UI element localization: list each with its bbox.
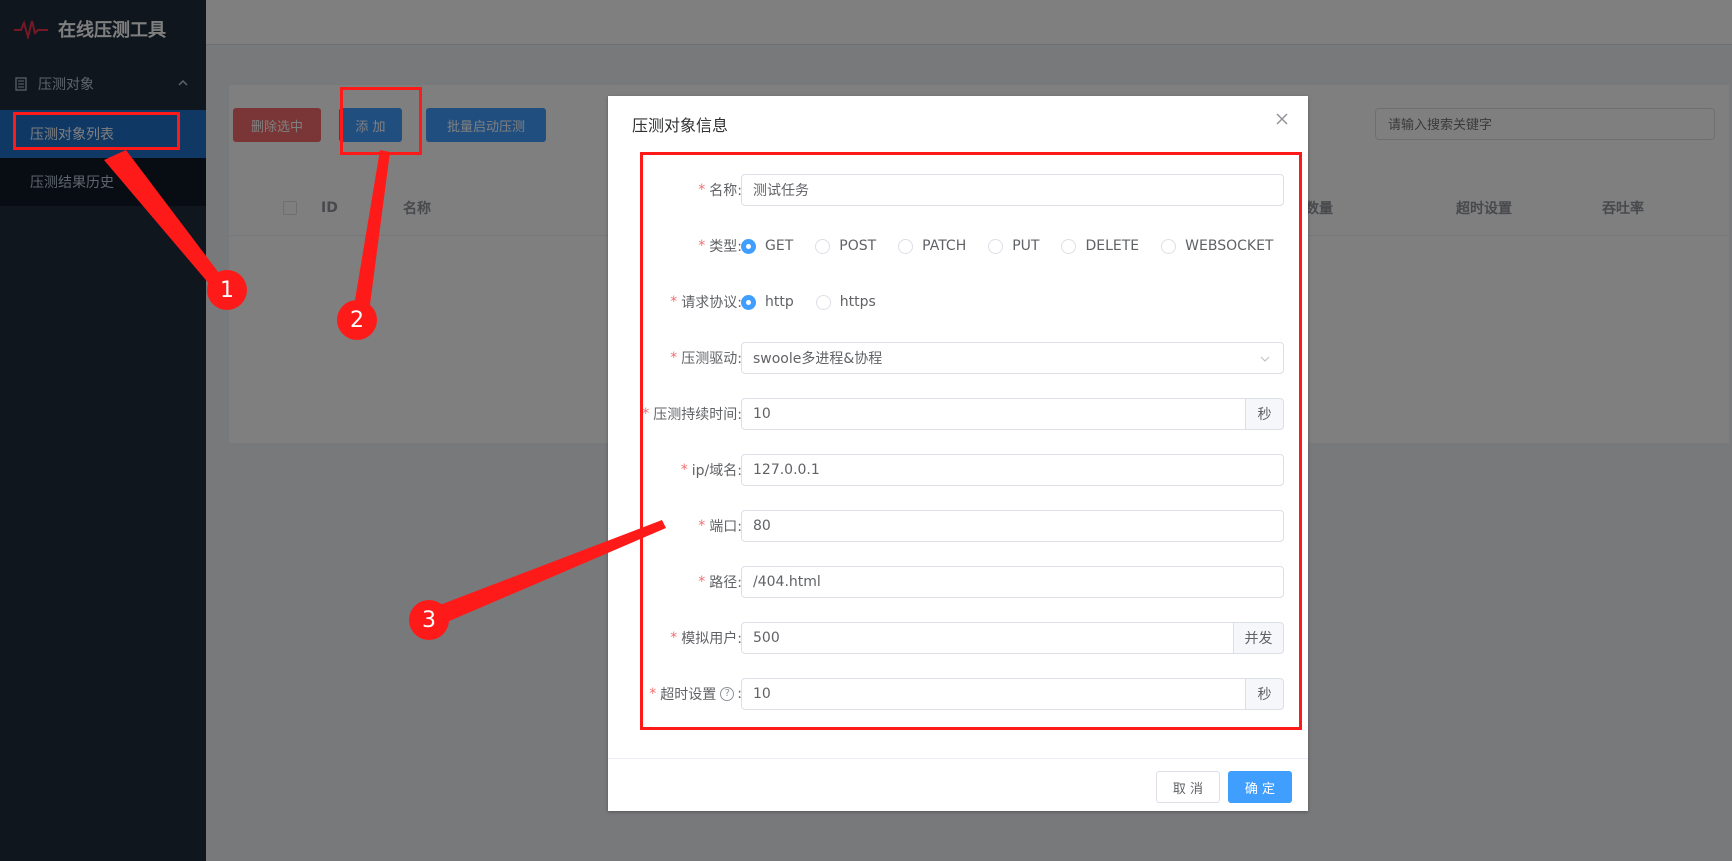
dialog-title: 压测对象信息: [632, 116, 729, 135]
highlight-box-form: [640, 152, 1302, 730]
highlight-box-add: [340, 87, 422, 155]
confirm-button[interactable]: 确 定: [1228, 771, 1292, 803]
highlight-box-list: [13, 112, 180, 150]
dialog-footer-divider: [608, 758, 1308, 759]
annotation-badge-1: 1: [207, 270, 247, 310]
close-icon[interactable]: [1274, 111, 1290, 127]
annotation-badge-3: 3: [409, 600, 449, 640]
annotation-badge-2: 2: [337, 300, 377, 340]
cancel-button[interactable]: 取 消: [1156, 771, 1220, 803]
